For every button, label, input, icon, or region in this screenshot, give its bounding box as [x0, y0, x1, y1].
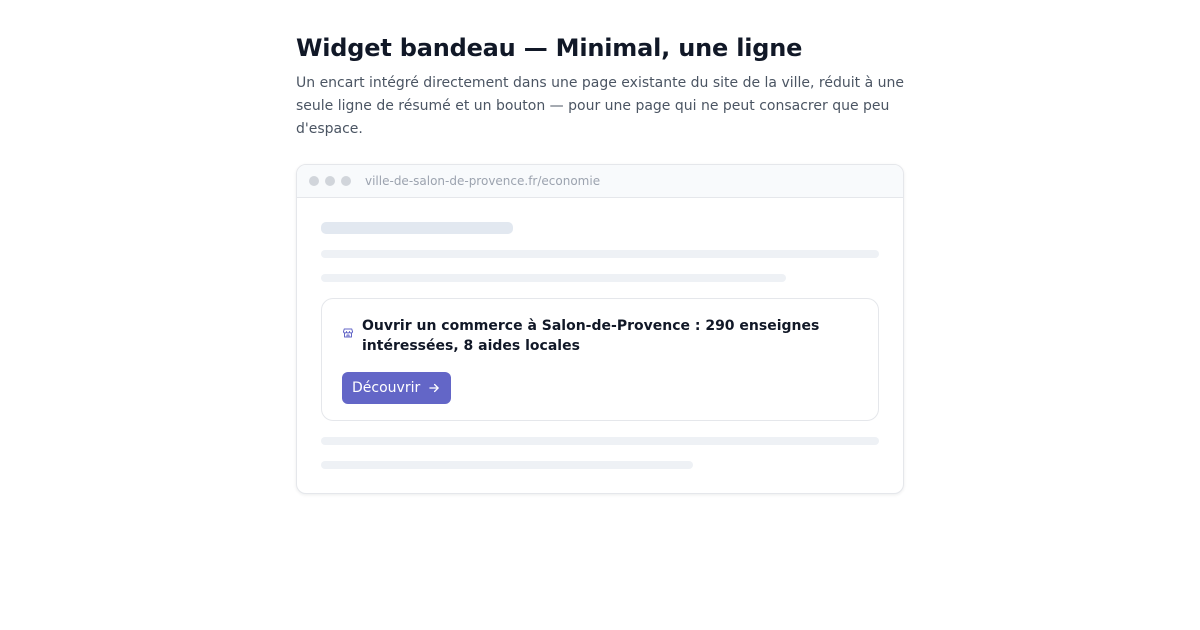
browser-url: ville-de-salon-de-provence.fr/economie [365, 174, 601, 188]
browser-mockup: ville-de-salon-de-provence.fr/economie O… [296, 164, 904, 494]
store-icon [343, 328, 353, 338]
widget-summary: Ouvrir un commerce à Salon-de-Provence :… [362, 318, 820, 354]
window-dot-icon [341, 176, 351, 186]
discover-button[interactable]: Découvrir [342, 372, 452, 404]
arrow-right-icon [429, 383, 439, 393]
widget-header: Ouvrir un commerce à Salon-de-Provence :… [342, 316, 858, 356]
placeholder-line [321, 437, 879, 445]
placeholder-heading [321, 222, 513, 234]
window-dot-icon [309, 176, 319, 186]
browser-body: Ouvrir un commerce à Salon-de-Provence :… [297, 198, 903, 493]
placeholder-line [321, 274, 786, 282]
page-content: Widget bandeau — Minimal, une ligne Un e… [296, 32, 904, 494]
page-description: Un encart intégré directement dans une p… [296, 75, 904, 137]
window-dot-icon [325, 176, 335, 186]
placeholder-line [321, 250, 879, 258]
browser-toolbar: ville-de-salon-de-provence.fr/economie [297, 165, 903, 198]
banner-widget: Ouvrir un commerce à Salon-de-Provence :… [321, 298, 879, 421]
page-title: Widget bandeau — Minimal, une ligne [296, 34, 803, 62]
discover-button-label: Découvrir [352, 380, 421, 396]
placeholder-line [321, 461, 693, 469]
